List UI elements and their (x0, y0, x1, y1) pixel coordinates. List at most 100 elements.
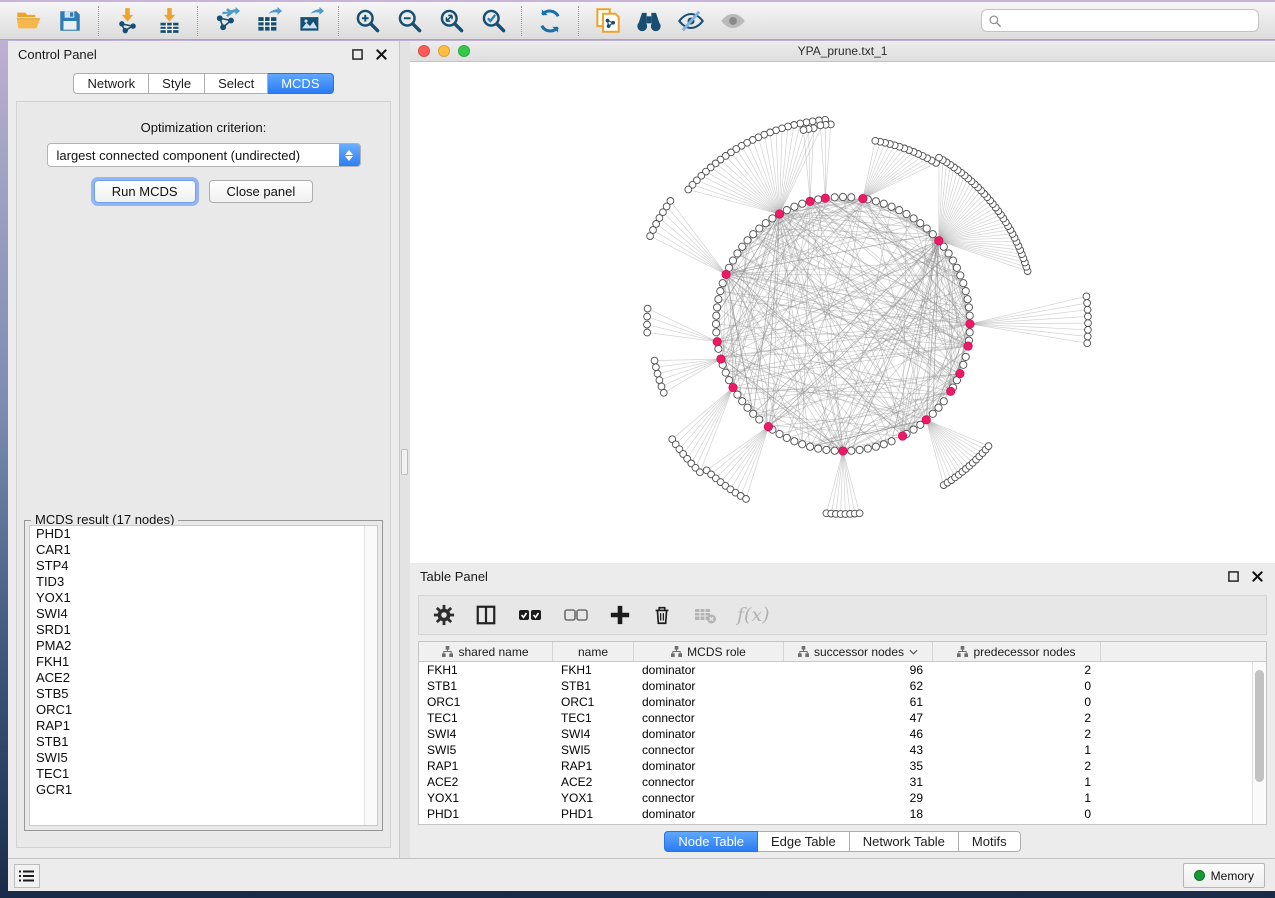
network-node[interactable] (734, 391, 741, 398)
network-node[interactable] (831, 447, 838, 454)
network-node[interactable] (872, 198, 879, 205)
table-cell[interactable]: 43 (784, 742, 933, 758)
network-node[interactable] (880, 200, 887, 207)
import-table-icon[interactable] (155, 7, 183, 35)
import-network-icon[interactable] (113, 7, 141, 35)
network-node[interactable] (872, 137, 879, 144)
mcds-dominator-node[interactable] (722, 270, 730, 278)
table-cell[interactable]: 0 (933, 694, 1101, 710)
table-cell[interactable]: TEC1 (419, 710, 553, 726)
network-node[interactable] (936, 154, 943, 161)
tab-network[interactable]: Network (73, 73, 149, 94)
table-cell[interactable]: 62 (784, 678, 933, 694)
mcds-result-item[interactable]: RAP1 (30, 718, 377, 734)
table-cell[interactable]: 46 (784, 726, 933, 742)
network-node[interactable] (799, 441, 806, 448)
column-header-shared-name[interactable]: shared name (419, 642, 553, 661)
table-cell[interactable]: dominator (634, 678, 784, 694)
table-cell[interactable]: 61 (784, 694, 933, 710)
network-node[interactable] (966, 312, 973, 319)
table-cell[interactable]: dominator (634, 758, 784, 774)
table-cell[interactable]: RAP1 (419, 758, 553, 774)
network-node[interactable] (1085, 326, 1092, 333)
network-node[interactable] (715, 296, 722, 303)
close-table-panel-icon[interactable] (1249, 568, 1265, 584)
network-canvas[interactable] (410, 62, 1275, 563)
tab-motifs[interactable]: Motifs (959, 831, 1021, 852)
table-cell[interactable]: 1 (933, 774, 1101, 790)
mcds-dominator-node[interactable] (964, 342, 972, 350)
network-node[interactable] (644, 313, 651, 320)
network-node[interactable] (815, 196, 822, 203)
show-all-icon[interactable] (719, 7, 747, 35)
network-node[interactable] (715, 345, 722, 352)
table-cell[interactable]: FKH1 (553, 662, 634, 678)
zoom-fit-icon[interactable] (437, 7, 465, 35)
gear-icon[interactable] (433, 602, 455, 628)
table-cell[interactable]: ORC1 (553, 694, 634, 710)
table-row[interactable]: FKH1FKH1dominator962 (419, 662, 1266, 678)
optimization-criterion-select[interactable]: largest connected component (undirected) (47, 143, 361, 167)
table-cell[interactable]: 2 (933, 662, 1101, 678)
network-node[interactable] (791, 438, 798, 445)
network-node[interactable] (962, 353, 969, 360)
table-cell[interactable]: ACE2 (553, 774, 634, 790)
network-node[interactable] (658, 383, 665, 390)
network-node[interactable] (739, 398, 746, 405)
network-node[interactable] (713, 312, 720, 319)
network-node[interactable] (864, 445, 871, 452)
table-cell[interactable]: 29 (784, 790, 933, 806)
tab-network-table[interactable]: Network Table (850, 831, 959, 852)
network-node[interactable] (809, 118, 816, 125)
column-header-name[interactable]: name (553, 642, 634, 661)
table-cell[interactable]: STB1 (419, 678, 553, 694)
network-node[interactable] (660, 389, 667, 396)
network-node[interactable] (750, 231, 757, 238)
table-cell[interactable]: PHD1 (553, 806, 634, 822)
mcds-result-item[interactable]: ACE2 (30, 670, 377, 686)
table-cell[interactable]: SWI4 (553, 726, 634, 742)
mcds-result-item[interactable]: SWI5 (30, 750, 377, 766)
mcds-dominator-node[interactable] (729, 383, 737, 391)
table-row[interactable]: SWI4SWI4dominator462 (419, 726, 1266, 742)
network-node[interactable] (726, 377, 733, 384)
network-node[interactable] (791, 203, 798, 210)
network-node[interactable] (940, 398, 947, 405)
network-node[interactable] (712, 320, 719, 327)
tab-edge-table[interactable]: Edge Table (758, 831, 850, 852)
mcds-result-item[interactable]: FKH1 (30, 654, 377, 670)
mcds-result-item[interactable]: STP4 (30, 558, 377, 574)
network-node[interactable] (1084, 306, 1091, 313)
table-scrollbar[interactable] (1252, 662, 1266, 824)
table-row[interactable]: TEC1TEC1connector472 (419, 710, 1266, 726)
network-node[interactable] (964, 296, 971, 303)
table-row[interactable]: STB1STB1dominator620 (419, 678, 1266, 694)
mcds-result-item[interactable]: GCR1 (30, 782, 377, 798)
close-panel-icon[interactable] (373, 46, 389, 62)
network-view-titlebar[interactable]: YPA_prune.txt_1 (410, 41, 1275, 62)
export-table-icon[interactable] (254, 7, 282, 35)
table-cell[interactable]: YOX1 (553, 790, 634, 806)
network-node[interactable] (831, 194, 838, 201)
mcds-result-list[interactable]: PHD1CAR1STP4TID3YOX1SWI4SRD1PMA2FKH1ACE2… (29, 525, 378, 826)
table-cell[interactable]: SWI4 (419, 726, 553, 742)
mcds-result-item[interactable]: CAR1 (30, 542, 377, 558)
network-node[interactable] (945, 250, 952, 257)
export-image-icon[interactable] (296, 7, 324, 35)
function-builder-icon[interactable]: f(x) (737, 602, 770, 628)
mcds-result-item[interactable]: TEC1 (30, 766, 377, 782)
network-node[interactable] (750, 410, 757, 417)
table-cell[interactable]: connector (634, 774, 784, 790)
network-node[interactable] (762, 220, 769, 227)
duplicate-network-icon[interactable] (593, 7, 621, 35)
network-node[interactable] (729, 257, 736, 264)
network-node[interactable] (714, 304, 721, 311)
mcds-result-item[interactable]: PMA2 (30, 638, 377, 654)
column-header-predecessor-nodes[interactable]: predecessor nodes (933, 642, 1101, 661)
table-cell[interactable]: PHD1 (419, 806, 553, 822)
memory-button[interactable]: Memory (1183, 863, 1265, 888)
table-cell[interactable]: RAP1 (553, 758, 634, 774)
mcds-dominator-node[interactable] (806, 197, 814, 205)
mcds-dominator-node[interactable] (859, 194, 867, 202)
network-node[interactable] (653, 364, 660, 371)
